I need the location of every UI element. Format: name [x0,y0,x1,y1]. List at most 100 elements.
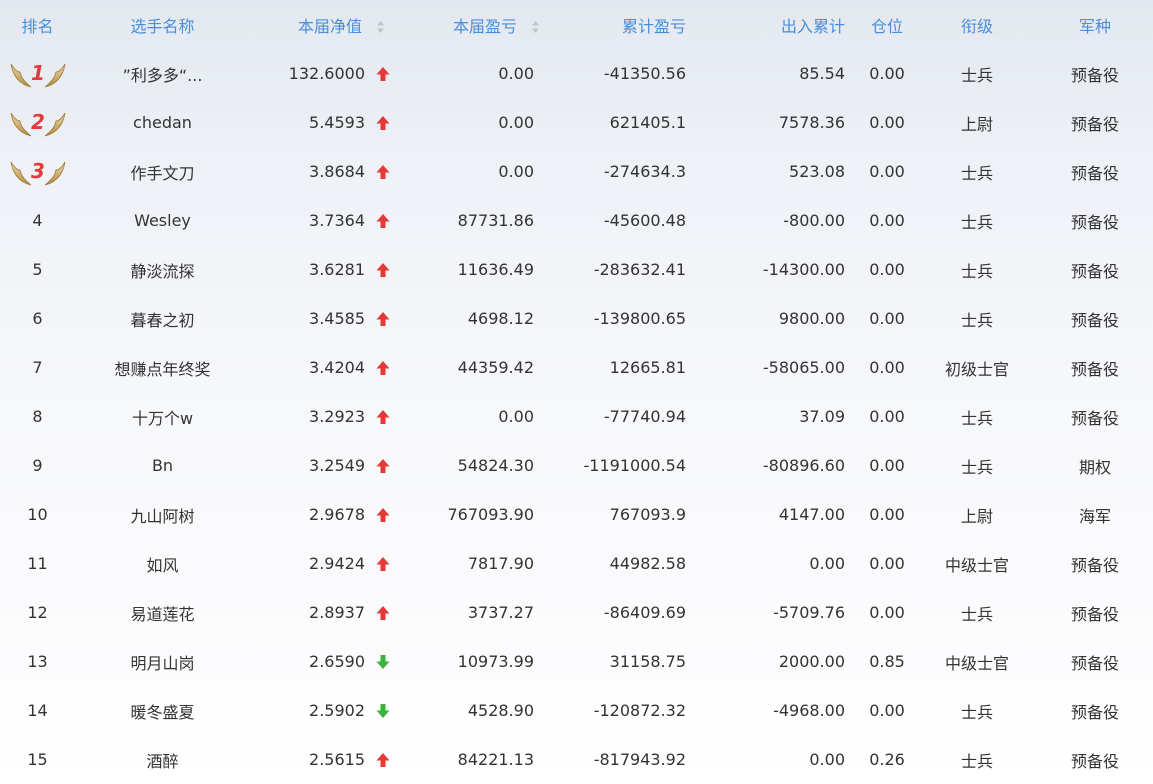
profit-cell: 84221.13 [457,750,534,769]
up-arrow-icon [376,115,390,130]
net-value-cell: 2.5615 [250,735,395,784]
cumulative-profit-cell: -817943.92 [593,750,686,769]
cumulative-profit-cell: -1191000.54 [583,456,686,475]
position-cell: 0.00 [869,260,905,279]
up-arrow-icon [376,458,390,473]
player-name[interactable]: 酒醉 [75,735,250,784]
net-value: 2.5615 [309,750,365,769]
net-value: 2.6590 [309,652,365,671]
table-row[interactable]: 3 作手文刀 3.8684 0.00 -274634.3 523.08 0.00 士兵 预备役 [0,147,1153,196]
table-row[interactable]: 5 静淡流探 3.6281 11636.49 -283632.41 -14300.00 0.… [0,245,1153,294]
table-row[interactable]: 8 十万个w 3.2923 0.00 -77740.94 37.09 0.00 士兵 预备役 [0,392,1153,441]
ranking-table: 排名 选手名称 本届净值 本届盈亏 累计盈亏 出入累计 仓位 衔级 军种 1 ”利… [0,0,1153,784]
up-arrow-icon [376,164,390,179]
net-value-header[interactable]: 本届净值 [250,0,395,49]
rank-cell: 15 [0,735,75,784]
rank-header[interactable]: 排名 [0,0,75,49]
name-header[interactable]: 选手名称 [75,0,250,49]
position-cell: 0.00 [869,162,905,181]
player-name[interactable]: 暮春之初 [75,294,250,343]
player-name[interactable]: Bn [75,441,250,490]
player-name[interactable]: 静淡流探 [75,245,250,294]
in-out-header[interactable]: 出入累计 [702,0,857,49]
title-header[interactable]: 衔级 [917,0,1037,49]
table-row[interactable]: 14 暖冬盛夏 2.5902 4528.90 -120872.32 -4968.00 0.0… [0,686,1153,735]
rank-cell: 8 [0,392,75,441]
net-value: 3.2549 [309,456,365,475]
table-row[interactable]: 11 如风 2.9424 7817.90 44982.58 0.00 0.00 中级士官 预备役 [0,539,1153,588]
title-cell: 中级士官 [944,555,1009,575]
net-value: 2.5902 [309,701,365,720]
profit-cell: 767093.90 [447,505,534,524]
cumulative-profit-cell: 621405.1 [609,113,686,132]
title-cell: 士兵 [960,702,993,722]
branch-cell: 期权 [1078,457,1111,477]
table-header-row: 排名 选手名称 本届净值 本届盈亏 累计盈亏 出入累计 仓位 衔级 军种 [0,0,1153,49]
title-cell: 上尉 [960,114,993,134]
up-arrow-icon [376,605,390,620]
rank-number: 6 [32,309,43,328]
cumulative-profit-cell: -41350.56 [603,64,686,83]
branch-cell: 海军 [1078,506,1111,526]
table-row[interactable]: 10 九山阿树 2.9678 767093.90 767093.9 4147.00 0.00… [0,490,1153,539]
net-value: 3.4204 [309,358,365,377]
up-arrow-icon [376,360,390,375]
player-name[interactable]: 作手文刀 [75,147,250,196]
up-arrow-icon [376,262,390,277]
down-arrow-icon [376,703,390,718]
position-cell: 0.00 [869,113,905,132]
cumulative-profit-cell: -274634.3 [603,162,686,181]
table-row[interactable]: 9 Bn 3.2549 54824.30 -1191000.54 -80896.60 0.0… [0,441,1153,490]
table-row[interactable]: 6 暮春之初 3.4585 4698.12 -139800.65 9800.00 0.00 士… [0,294,1153,343]
player-name[interactable]: 如风 [75,539,250,588]
table-row[interactable]: 2 chedan 5.4593 0.00 621405.1 7578.36 0.00 上尉 预备… [0,98,1153,147]
branch-cell: 预备役 [1070,751,1119,771]
rank-cell: 2 [0,98,75,147]
table-row[interactable]: 13 明月山岗 2.6590 10973.99 31158.75 2000.00 0.85 中… [0,637,1153,686]
net-value: 5.4593 [309,113,365,132]
table-row[interactable]: 12 易道莲花 2.8937 3737.27 -86409.69 -5709.76 0.00… [0,588,1153,637]
sort-icon[interactable] [531,20,540,34]
profit-cell: 0.00 [498,113,534,132]
position-cell: 0.00 [869,358,905,377]
player-name[interactable]: 易道莲花 [75,588,250,637]
title-cell: 士兵 [960,65,993,85]
player-name[interactable]: Wesley [75,196,250,245]
profit-cell: 10973.99 [457,652,534,671]
player-name[interactable]: chedan [75,98,250,147]
cumulative-profit-header[interactable]: 累计盈亏 [550,0,702,49]
rank-number: 8 [32,407,43,426]
title-cell: 士兵 [960,310,993,330]
table-row[interactable]: 4 Wesley 3.7364 87731.86 -45600.48 -800.00 0.0… [0,196,1153,245]
table-row[interactable]: 7 想赚点年终奖 3.4204 44359.42 12665.81 -58065.00 0.… [0,343,1153,392]
sort-icon[interactable] [376,20,385,34]
player-name[interactable]: 十万个w [75,392,250,441]
medal-rank-number: 2 [31,110,45,134]
net-value: 3.4585 [309,309,365,328]
in-out-cell: -800.00 [783,211,845,230]
player-name[interactable]: 明月山岗 [75,637,250,686]
position-header[interactable]: 仓位 [857,0,917,49]
profit-cell: 3737.27 [467,603,534,622]
player-name[interactable]: 暖冬盛夏 [75,686,250,735]
net-value-cell: 5.4593 [250,98,395,147]
rank-cell: 4 [0,196,75,245]
table-row[interactable]: 1 ”利多多“... 132.6000 0.00 -41350.56 85.54 0.00 士… [0,49,1153,98]
net-value: 3.6281 [309,260,365,279]
player-name[interactable]: ”利多多“... [75,49,250,98]
player-name[interactable]: 想赚点年终奖 [75,343,250,392]
in-out-cell: 0.00 [809,750,845,769]
branch-header[interactable]: 军种 [1037,0,1153,49]
medal-icon: 2 [9,107,67,139]
profit-cell: 44359.42 [457,358,534,377]
cumulative-profit-cell: -45600.48 [603,211,686,230]
table-row[interactable]: 15 酒醉 2.5615 84221.13 -817943.92 0.00 0.26 士兵 预备… [0,735,1153,784]
branch-cell: 预备役 [1070,163,1119,183]
net-value: 3.2923 [309,407,365,426]
position-cell: 0.00 [869,505,905,524]
title-cell: 士兵 [960,408,993,428]
profit-header[interactable]: 本届盈亏 [395,0,550,49]
net-value-cell: 3.7364 [250,196,395,245]
branch-cell: 预备役 [1070,555,1119,575]
player-name[interactable]: 九山阿树 [75,490,250,539]
